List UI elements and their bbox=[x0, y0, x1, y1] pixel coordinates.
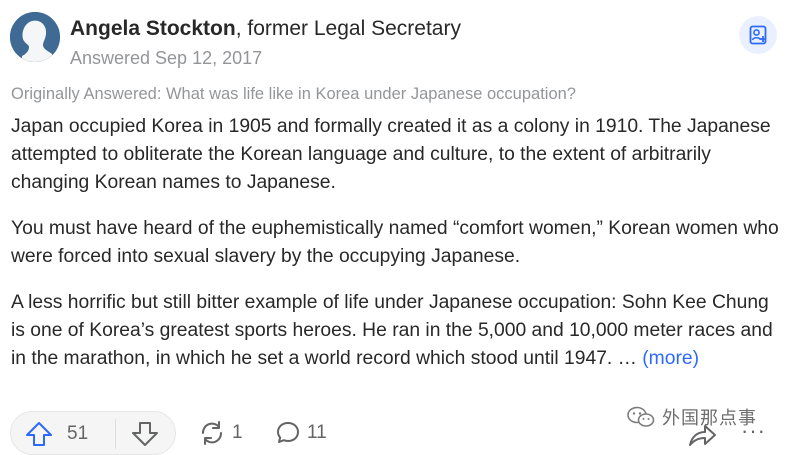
author-line: Angela Stockton, former Legal Secretary bbox=[70, 16, 461, 42]
answer-header: Angela Stockton, former Legal Secretary … bbox=[10, 12, 777, 72]
answer-paragraph: Japan occupied Korea in 1905 and formall… bbox=[11, 116, 771, 193]
arrow-down-icon bbox=[132, 422, 158, 446]
upvote-count: 51 bbox=[67, 423, 89, 444]
reshare-icon bbox=[201, 421, 223, 445]
original-question[interactable]: Originally Answered: What was life like … bbox=[11, 84, 576, 104]
upvote-button[interactable]: 51 bbox=[25, 421, 88, 447]
follow-button[interactable] bbox=[739, 16, 777, 54]
answer-content: Japan occupied Korea in 1905 and formall… bbox=[11, 113, 779, 391]
downvote-button[interactable] bbox=[131, 421, 159, 452]
more-link[interactable]: (more) bbox=[642, 348, 699, 369]
vote-divider bbox=[115, 419, 116, 449]
watermark: 外国那点事 bbox=[626, 404, 757, 430]
share-count: 1 bbox=[232, 422, 243, 443]
answer-paragraph: You must have heard of the euphemistical… bbox=[11, 218, 779, 267]
author-credential: , former Legal Secretary bbox=[235, 17, 461, 40]
avatar-silhouette-icon bbox=[10, 12, 60, 62]
author-name[interactable]: Angela Stockton bbox=[70, 17, 236, 40]
more-options-button[interactable]: ··· bbox=[741, 418, 766, 444]
answer-paragraph: A less horrific but still bitter example… bbox=[11, 289, 779, 373]
comment-bubble-icon bbox=[277, 422, 299, 443]
comment-count: 11 bbox=[307, 422, 327, 443]
person-plus-icon bbox=[749, 25, 767, 45]
avatar[interactable] bbox=[10, 12, 60, 62]
share-button[interactable]: 1 bbox=[198, 420, 243, 446]
vote-pill: 51 bbox=[10, 411, 176, 455]
comment-button[interactable]: 11 bbox=[275, 420, 327, 446]
answered-date[interactable]: Answered Sep 12, 2017 bbox=[70, 47, 262, 69]
arrow-up-icon bbox=[26, 422, 52, 446]
wechat-logo-icon bbox=[627, 406, 655, 427]
